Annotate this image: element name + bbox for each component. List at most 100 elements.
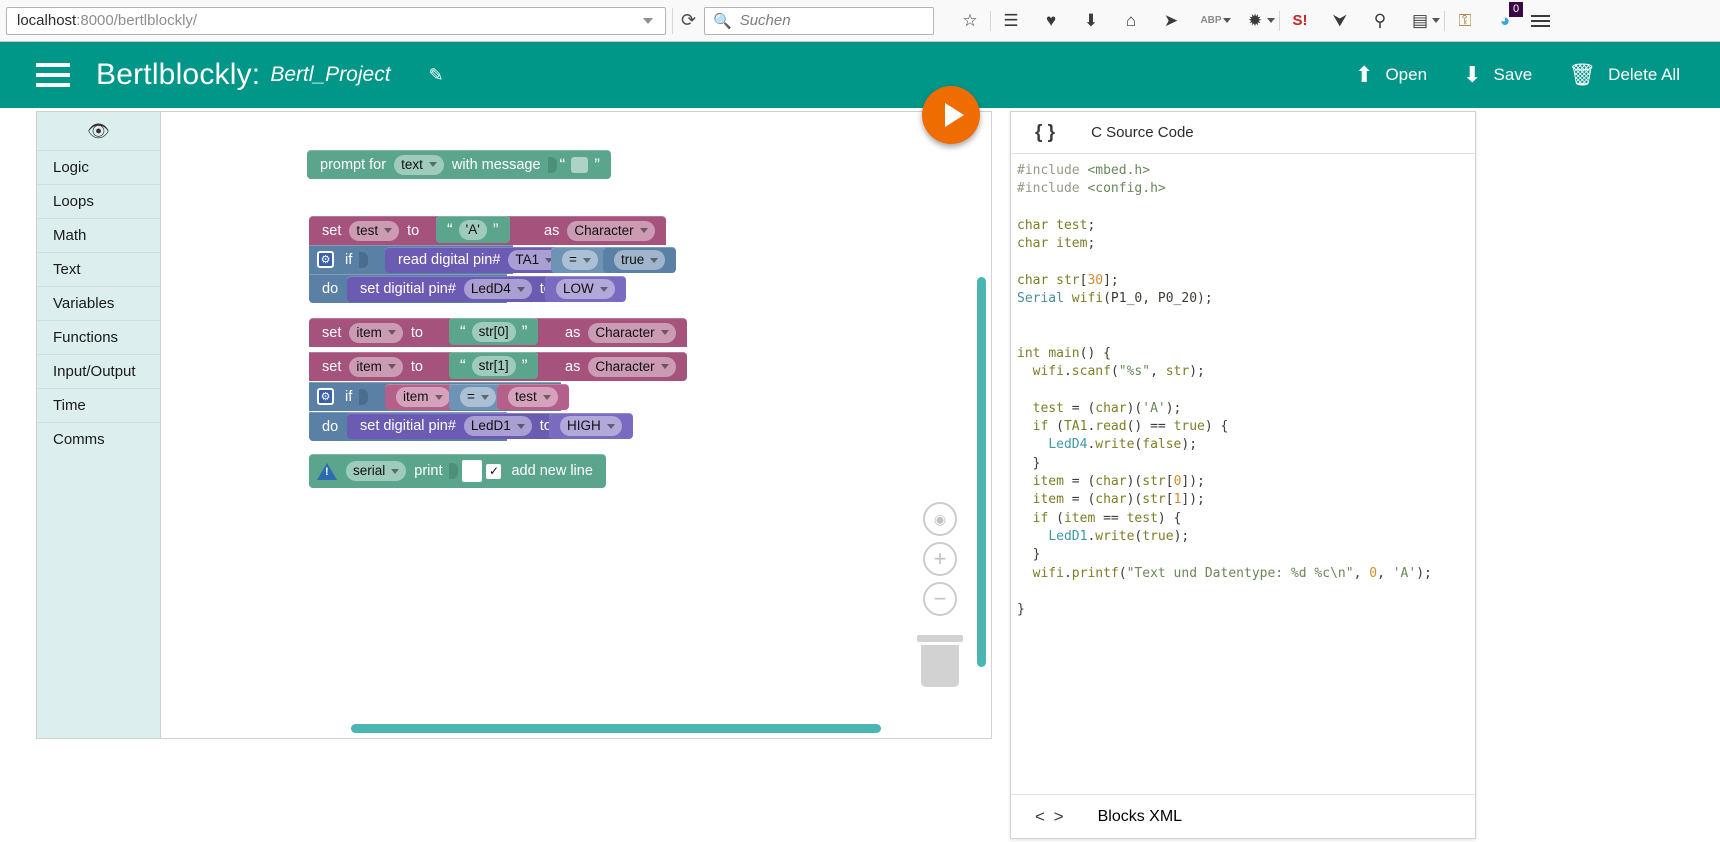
cast-type-dropdown[interactable]: Character [588,356,676,377]
home-icon[interactable]: ⌂ [1111,4,1151,38]
block-text-str1[interactable]: “ str[1] ” [449,352,539,379]
pocket-shield-icon[interactable]: ♥ [1031,4,1071,38]
block-read-digital-pin[interactable]: read digital pin# TA1 [385,247,572,273]
zoom-in-icon[interactable]: + [923,542,957,576]
hamburger-menu-icon[interactable] [36,63,70,87]
reader-list-icon[interactable]: ☰ [991,4,1031,38]
text-input-socket[interactable] [571,156,589,173]
open-button[interactable]: ⬆ Open [1337,56,1445,94]
trash-icon: 🗑 [1568,62,1597,87]
canvas-vertical-scrollbar[interactable] [977,277,986,667]
block-label: print [414,463,443,479]
browser-menu-icon[interactable] [1531,14,1550,27]
variable-dropdown-item[interactable]: item [349,322,403,343]
reload-icon[interactable]: ⟳ [672,7,698,34]
toolbox-category-text[interactable]: Text [37,252,160,286]
comparison-operator-dropdown[interactable]: = [562,250,598,270]
quote-close: ” [521,356,528,375]
block-set-digital-pin-ledd1[interactable]: set digitial pin# LedD1 to [347,413,576,439]
gear-icon[interactable]: ⚙ [317,251,334,268]
drop-icon[interactable]: ⮟ [1320,4,1360,38]
block-pin-state-low[interactable]: LOW [545,276,626,302]
run-button[interactable] [922,86,980,144]
block-serial-print[interactable]: serial print ✓ add new line [309,454,606,488]
toolbox-category-input-output[interactable]: Input/Output [37,354,160,388]
char-value-field[interactable]: str[0] [471,321,516,342]
prompt-type-dropdown[interactable]: text [394,154,444,175]
output-pin-dropdown[interactable]: LedD1 [463,416,532,436]
toolbox-category-variables[interactable]: Variables [37,286,160,320]
trash-can-icon[interactable] [917,635,963,692]
block-compare-equals-ta1[interactable]: = [551,247,609,273]
spider-icon[interactable]: ✹ [1235,4,1275,38]
search-bar[interactable]: 🔍 Suchen [704,6,934,35]
block-pin-state-high[interactable]: HIGH [549,413,633,439]
gear-icon[interactable]: ⚙ [317,388,334,405]
toolbox-category-time[interactable]: Time [37,388,160,422]
c-source-code-header[interactable]: { } C Source Code [1011,112,1475,154]
play-triangle-icon [944,103,964,127]
shodan-icon[interactable]: S! [1280,4,1320,38]
lock-icon[interactable]: ⚿ [1445,4,1485,38]
variable-dropdown-item[interactable]: item [349,356,403,377]
field-value: str[0] [478,323,509,339]
block-cast-character-item0[interactable]: as Character [552,318,687,347]
zoom-out-icon[interactable]: − [923,582,957,616]
send-paperplane-icon[interactable]: ➤ [1151,4,1191,38]
print-value-socket[interactable] [462,460,483,482]
pencil-edit-icon[interactable]: ✎ [429,65,444,86]
eye-slash-icon[interactable]: 👁︎ [37,112,160,150]
block-cast-character-test[interactable]: as Character [531,216,666,245]
toolbox-category-loops[interactable]: Loops [37,184,160,218]
boolean-dropdown[interactable]: true [614,250,666,270]
block-set-digital-pin-ledd4[interactable]: set digitial pin# LedD4 to [347,276,576,302]
block-text-char-A[interactable]: “ 'A' ” [436,216,510,243]
variable-dropdown-test[interactable]: test [508,387,558,407]
cast-type-dropdown[interactable]: Character [567,220,655,241]
block-text-str0[interactable]: “ str[0] ” [449,318,539,345]
quote-open: “ [460,322,466,341]
toolbox-category-math[interactable]: Math [37,218,160,252]
pin-state-dropdown[interactable]: HIGH [560,416,622,436]
char-value-field[interactable]: 'A' [458,219,487,240]
field-value: str[1] [478,357,509,373]
block-variable-test[interactable]: test [497,384,569,410]
delete-all-button[interactable]: 🗑 Delete All [1550,56,1698,94]
blockly-canvas[interactable]: prompt for text with message “ ” set tes… [161,112,991,738]
save-button[interactable]: ⬇ Save [1445,56,1550,94]
block-boolean-true[interactable]: true [603,247,677,273]
char-value-field[interactable]: str[1] [471,355,516,376]
adblockplus-icon[interactable]: ABP [1191,4,1231,38]
block-label: do [322,418,339,435]
server-icon[interactable]: ▤ [1400,4,1440,38]
output-pin-dropdown[interactable]: LedD4 [463,279,532,299]
ghost-icon[interactable]: ◕ 0 [1485,1,1525,38]
cast-type-dropdown[interactable]: Character [588,322,676,343]
toolbox-category-label: Logic [53,159,89,176]
warning-triangle-icon[interactable] [317,462,337,480]
blocks-xml-header[interactable]: < > Blocks XML [1011,794,1475,838]
pin-state-dropdown[interactable]: LOW [556,279,615,299]
comparison-operator-dropdown[interactable]: = [460,387,496,407]
downloads-icon[interactable]: ⬇ [1071,4,1111,38]
dropdown-value: Character [595,358,655,374]
variable-dropdown-item[interactable]: item [396,387,450,407]
add-newline-checkbox[interactable]: ✓ [486,463,502,479]
canvas-horizontal-scrollbar[interactable] [351,724,881,733]
zoom-center-icon[interactable]: ◉ [923,502,957,536]
toolbox-category-comms[interactable]: Comms [37,422,160,456]
address-dropdown-icon[interactable] [643,17,653,24]
variable-dropdown-test[interactable]: test [349,220,400,241]
toolbox-category-label: Loops [53,193,94,210]
serial-port-dropdown[interactable]: serial [346,461,407,481]
block-cast-character-item1[interactable]: as Character [552,352,687,381]
block-prompt-for-text[interactable]: prompt for text with message “ ” [307,150,611,179]
block-label: if [345,251,353,268]
toolbox-category-logic[interactable]: Logic [37,150,160,184]
magnifier-icon[interactable]: ⚲ [1360,4,1400,38]
block-label: to [407,222,420,239]
address-bar[interactable]: localhost:8000/bertlblockly/ [6,6,666,35]
toolbox-category-functions[interactable]: Functions [37,320,160,354]
toolbox-category-label: Comms [53,431,105,448]
bookmark-star-icon[interactable]: ☆ [950,4,990,38]
